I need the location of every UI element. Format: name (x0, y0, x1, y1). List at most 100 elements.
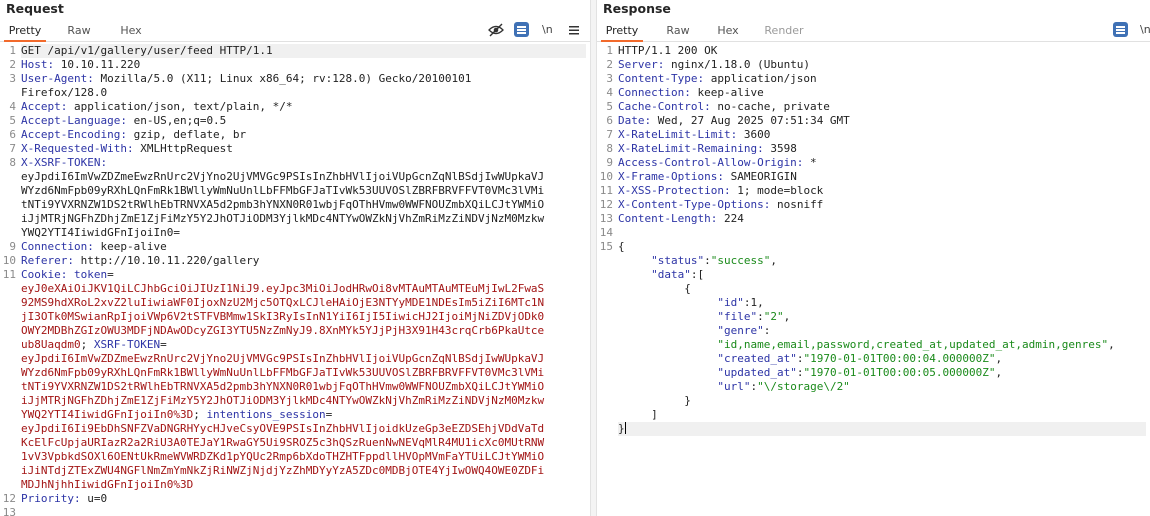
menu-icon[interactable] (568, 22, 580, 38)
code-line[interactable]: eyJpdiI6ImVwZDZmeEwzRnUrc2VjYno2UjVMVGc9… (21, 170, 586, 184)
code-line[interactable]: ] (618, 408, 1146, 422)
code-token: "success" (710, 254, 771, 267)
code-line[interactable]: Cache-Control: no-cache, private (618, 100, 1146, 114)
code-line[interactable]: X-XSS-Protection: 1; mode=block (618, 184, 1146, 198)
code-line[interactable]: Accept-Language: en-US,en;q=0.5 (21, 114, 586, 128)
code-line[interactable]: 92MS9hdXRoL2xvZ2luIiwiaWF0IjoxNzU2Mjc5OT… (21, 296, 586, 310)
code-line[interactable]: Host: 10.10.11.220 (21, 58, 586, 72)
code-line[interactable]: { (618, 240, 1146, 254)
line-number (0, 422, 18, 436)
code-line[interactable]: HTTP/1.1 200 OK (618, 44, 1146, 58)
code-line[interactable]: Access-Control-Allow-Origin: * (618, 156, 1146, 170)
code-line[interactable]: iJiNTdjZTExZWU4NGFlNmZmYmNkZjRiNWZjNjdjY… (21, 464, 586, 478)
code-line[interactable]: eyJ0eXAiOiJKV1QiLCJhbGciOiJIUzI1NiJ9.eyJ… (21, 282, 586, 296)
code-line[interactable]: jI3OTk0MSwianRpIjoiVWp6V2tSTFVBMmw1SkI3R… (21, 310, 586, 324)
line-number: 12 (2, 492, 16, 505)
line-number: 11 (2, 268, 16, 281)
line-number (0, 198, 18, 212)
code-line[interactable] (618, 226, 1146, 240)
code-line[interactable]: Cookie: token= (21, 268, 586, 282)
code-token: application/json (704, 72, 817, 85)
code-line[interactable]: X-Content-Type-Options: nosniff (618, 198, 1146, 212)
code-line[interactable]: iJjMTRjNGFhZDhjZmE1ZjFiMzY5Y2JhOTJiODM3Y… (21, 394, 586, 408)
code-token: , (770, 254, 777, 267)
code-line[interactable]: tNTi9YVXRNZW1DS2tRWlhEbTRNVXA5d2pmb3hYNX… (21, 198, 586, 212)
newline-toggle[interactable]: \n (542, 22, 553, 38)
code-line[interactable]: WYzd6NmFpb09yRXhLQnFmRk1BWllyWmNuUnlLbFF… (21, 366, 586, 380)
response-tab-render[interactable]: Render (760, 18, 808, 42)
code-line[interactable]: { (618, 282, 1146, 296)
code-line[interactable]: X-Frame-Options: SAMEORIGIN (618, 170, 1146, 184)
code-line[interactable]: "url":"\/storage\/2" (618, 380, 1146, 394)
code-line[interactable]: GET /api/v1/gallery/user/feed HTTP/1.1 (21, 44, 586, 58)
code-line[interactable]: Accept-Encoding: gzip, deflate, br (21, 128, 586, 142)
code-line[interactable]: Firefox/128.0 (21, 86, 586, 100)
request-editor[interactable]: 1 2 3 4 5 6 7 8 9 10 11 12 13 GET /api/v1/gallery/us… (0, 44, 590, 516)
panel-splitter[interactable] (590, 0, 597, 516)
code-line[interactable]: "data":[ (618, 268, 1146, 282)
code-line[interactable]: "genre": (618, 324, 1146, 338)
code-token: : (704, 254, 711, 267)
code-line[interactable]: X-RateLimit-Remaining: 3598 (618, 142, 1146, 156)
request-code[interactable]: GET /api/v1/gallery/user/feed HTTP/1.1 Ho… (21, 44, 586, 516)
line-number: 12 (599, 198, 613, 211)
code-line[interactable]: Content-Length: 224 (618, 212, 1146, 226)
code-line[interactable]: } (618, 394, 1146, 408)
request-tab-raw[interactable]: Raw (58, 18, 100, 42)
code-line[interactable]: "id,name,email,password,created_at,updat… (618, 338, 1146, 352)
code-line[interactable]: YWQ2YTI4IiwidGFnIjoiIn0%3D; intentions_s… (21, 408, 586, 422)
code-line[interactable]: Priority: u=0 (21, 492, 586, 506)
response-tabs: Pretty Raw Hex Render (597, 18, 1150, 42)
code-token: jI3OTk0MSwianRpIjoiVWp6V2tSTFVBMmw1SkI3R… (21, 310, 545, 323)
request-tab-hex[interactable]: Hex (110, 18, 152, 42)
code-token: X-RateLimit-Limit: (618, 128, 738, 141)
response-tab-hex[interactable]: Hex (707, 18, 749, 42)
code-token: X-Requested-With: (21, 142, 134, 155)
code-line[interactable]: Server: nginx/1.18.0 (Ubuntu) (618, 58, 1146, 72)
response-tab-raw[interactable]: Raw (657, 18, 699, 42)
code-line[interactable]: "id":1, (618, 296, 1146, 310)
code-line[interactable]: OWY2MDBhZGIzOWU3MDFjNDAwODcyZGI3YTU5NzZm… (21, 324, 586, 338)
code-token: 1; mode=block (730, 184, 824, 197)
code-line[interactable]: Accept: application/json, text/plain, */… (21, 100, 586, 114)
code-line[interactable] (21, 506, 586, 516)
code-line[interactable]: User-Agent: Mozilla/5.0 (X11; Linux x86_… (21, 72, 586, 86)
code-line[interactable]: tNTi9YVXRNZW1DS2tRWlhEbTRNVXA5d2pmb3hYNX… (21, 380, 586, 394)
code-line[interactable]: } (618, 422, 1146, 436)
response-code[interactable]: HTTP/1.1 200 OK Server: nginx/1.18.0 (Ubu… (618, 44, 1146, 436)
line-number (0, 478, 18, 492)
code-line[interactable]: ub8Uaqdm0; XSRF-TOKEN= (21, 338, 586, 352)
code-line[interactable]: MDJhNjhhIiwidGFnIjoiIn0%3D (21, 478, 586, 492)
response-newline-toggle[interactable]: \n (1140, 22, 1150, 38)
code-line[interactable]: Connection: keep-alive (21, 240, 586, 254)
response-tab-pretty[interactable]: Pretty (601, 18, 643, 42)
response-message-actions-icon[interactable] (1113, 22, 1128, 37)
code-line[interactable]: eyJpdiI6Ii9EbDhSNFZVaDNGRHYycHJveCsyOVE9… (21, 422, 586, 436)
code-line[interactable]: 1vV3VpbkdSOXl6OENtUkRmeWVWRDZKd1pYQUc2Rm… (21, 450, 586, 464)
code-token: OWY2MDBhZGIzOWU3MDFjNDAwODcyZGI3YTU5NzZm… (21, 324, 545, 337)
line-number: 7 (9, 142, 16, 155)
code-line[interactable]: "created_at":"1970-01-01T00:00:04.000000… (618, 352, 1146, 366)
code-line[interactable]: iJjMTRjNGFhZDhjZmE1ZjFiMzY5Y2JhOTJiODM3Y… (21, 212, 586, 226)
code-line[interactable]: X-Requested-With: XMLHttpRequest (21, 142, 586, 156)
response-editor[interactable]: 1 2 3 4 5 6 7 8 9 10 11 12 13 14 15 HTTP/1.1 200 OK Ser… (597, 44, 1150, 516)
code-line[interactable]: "status":"success", (618, 254, 1146, 268)
code-line[interactable]: WYzd6NmFpb09yRXhLQnFmRk1BWllyWmNuUnlLbFF… (21, 184, 586, 198)
code-line[interactable]: X-RateLimit-Limit: 3600 (618, 128, 1146, 142)
code-line[interactable]: Date: Wed, 27 Aug 2025 07:51:34 GMT (618, 114, 1146, 128)
hide-eye-icon[interactable] (488, 22, 504, 38)
code-line[interactable]: "updated_at":"1970-01-01T00:00:05.000000… (618, 366, 1146, 380)
request-tab-pretty[interactable]: Pretty (4, 18, 46, 42)
code-line[interactable]: KcElFcUpjaURIazR2a2RiU3A0TEJaY1RwaGY5Ui9… (21, 436, 586, 450)
line-number: 7 (606, 128, 613, 141)
code-line[interactable]: "file":"2", (618, 310, 1146, 324)
code-line[interactable]: YWQ2YTI4IiwidGFnIjoiIn0= (21, 226, 586, 240)
code-line[interactable]: X-XSRF-TOKEN: (21, 156, 586, 170)
code-line[interactable]: Referer: http://10.10.11.220/gallery (21, 254, 586, 268)
code-line[interactable]: Content-Type: application/json (618, 72, 1146, 86)
message-actions-icon[interactable] (514, 22, 529, 37)
code-line[interactable]: Connection: keep-alive (618, 86, 1146, 100)
code-token: : (757, 310, 764, 323)
code-line[interactable]: eyJpdiI6ImVwZDZmeEwzRnUrc2VjYno2UjVMVGc9… (21, 352, 586, 366)
line-number: 4 (606, 86, 613, 99)
